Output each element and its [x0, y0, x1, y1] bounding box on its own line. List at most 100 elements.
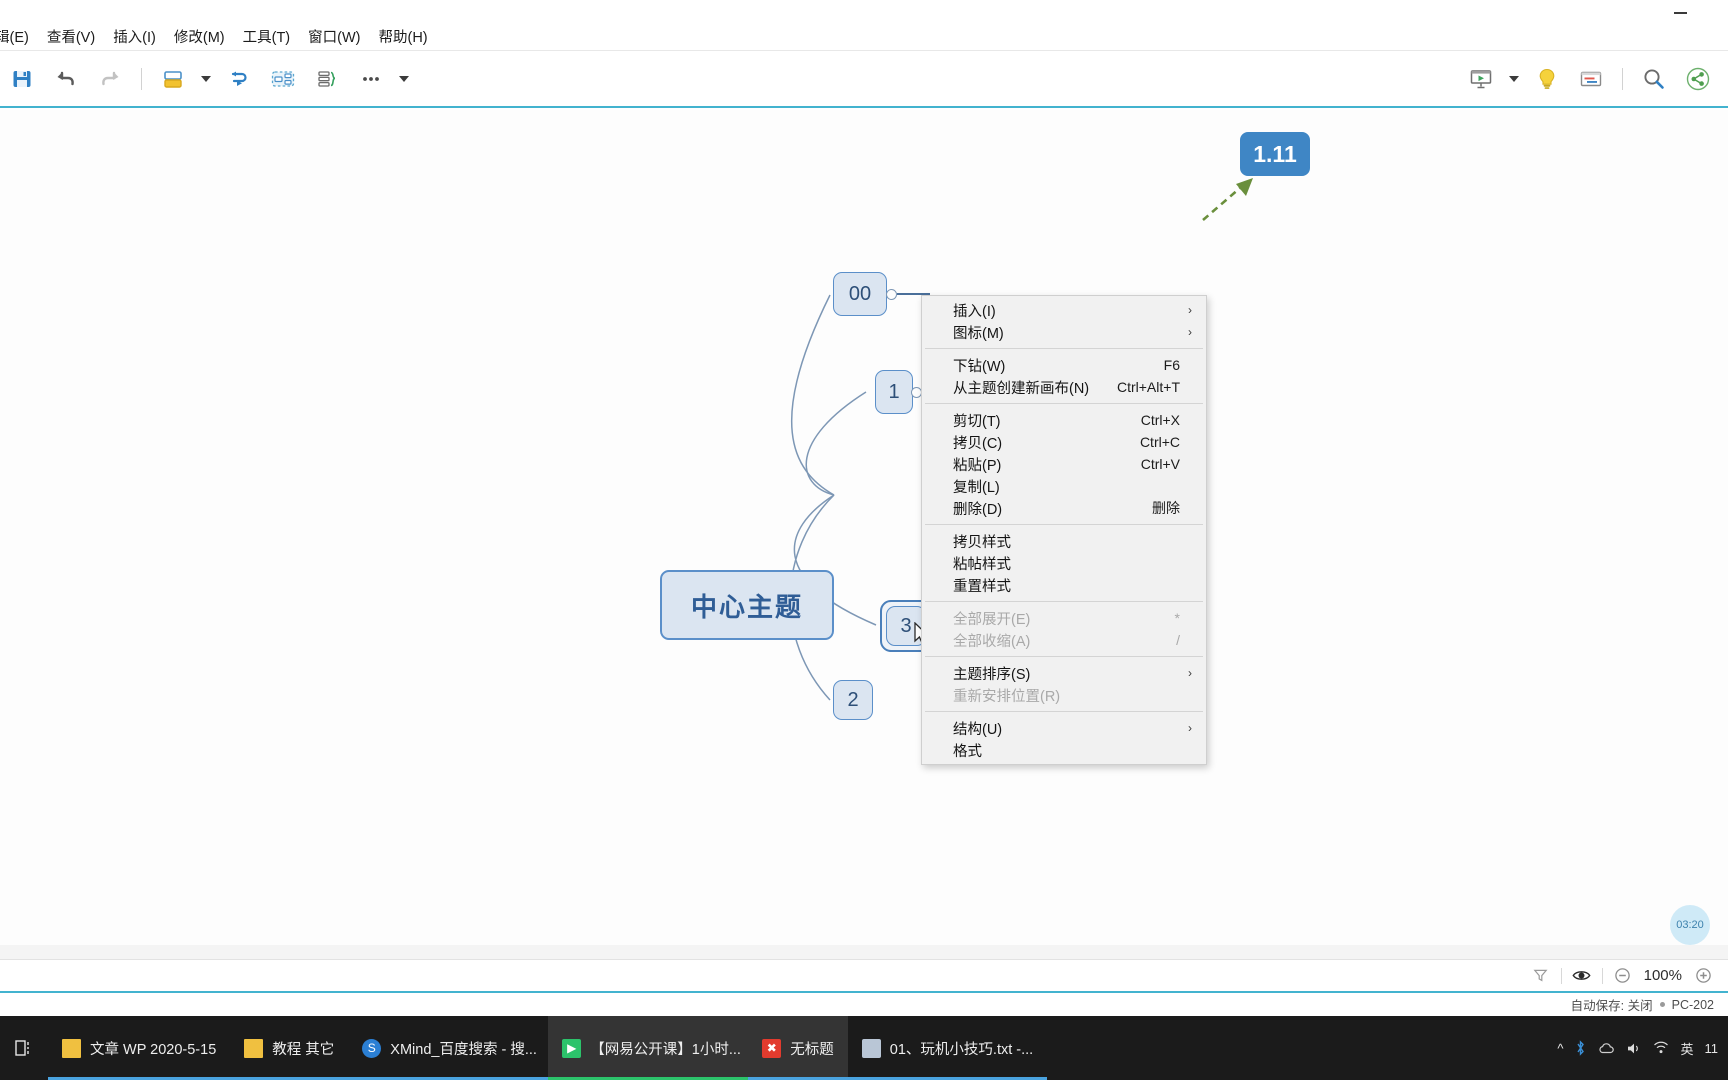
insert-topic-dropdown[interactable] [195, 75, 217, 82]
boundary-icon [271, 70, 295, 87]
taskbar-item[interactable]: ✖ 无标题 [748, 1016, 848, 1080]
presentation-dropdown[interactable] [1503, 75, 1525, 82]
presentation-button[interactable] [1459, 57, 1503, 101]
mindmap-canvas[interactable]: 中心主题 00 1 3 2 1.11 03:20 插入(I) › 图标(M) ›… [0, 110, 1728, 952]
minimize-button[interactable] [1660, 2, 1700, 24]
menu-view[interactable]: 查看(V) [38, 26, 104, 50]
central-topic[interactable]: 中心主题 [660, 570, 834, 640]
summary-button[interactable] [305, 57, 349, 101]
taskbar-item[interactable]: 文章 WP 2020-5-15 [48, 1016, 231, 1080]
context-menu-item[interactable]: 主题排序(S) › [922, 662, 1206, 684]
timer-bubble[interactable]: 03:20 [1670, 905, 1710, 945]
branch-connectors [789, 178, 1253, 701]
menu-tools[interactable]: 工具(T) [234, 26, 300, 50]
tray-volume-icon[interactable] [1626, 1041, 1642, 1056]
subtopic-00[interactable]: 00 [833, 272, 887, 316]
context-menu-item[interactable]: 拷贝(C) Ctrl+C [922, 431, 1206, 453]
autosave-bar: 自动保存: 关闭 PC-202 [0, 991, 1728, 1016]
context-menu-item-label: 拷贝(C) [953, 435, 1003, 452]
player-icon: ▶ [562, 1038, 582, 1058]
taskbar-item-label: 教程 其它 [272, 1041, 335, 1058]
task-view-button[interactable] [0, 1016, 48, 1080]
menu-insert[interactable]: 插入(I) [104, 26, 165, 50]
brainstorm-button[interactable] [1525, 57, 1569, 101]
outline-button[interactable] [1569, 57, 1613, 101]
clock[interactable]: 11 [1705, 1041, 1719, 1056]
context-menu-item[interactable]: 粘帖样式 [922, 552, 1206, 574]
folder-icon [62, 1038, 81, 1058]
taskbar-item[interactable]: 01、玩机小技巧.txt -... [847, 1016, 1048, 1080]
save-button[interactable] [0, 57, 44, 101]
central-topic-label: 中心主题 [690, 591, 803, 622]
tray-chevron-up-icon[interactable]: ^ [1557, 1041, 1563, 1056]
taskbar-item[interactable]: S XMind_百度搜索 - 搜... [348, 1016, 549, 1080]
boundary-button[interactable] [261, 57, 305, 101]
context-menu-item[interactable]: 拷贝样式 [922, 530, 1206, 552]
context-menu[interactable]: 插入(I) › 图标(M) › 下钻(W) F6 从主题创建新画布(N) Ctrl+Alt+T… [921, 295, 1207, 765]
more-button[interactable] [349, 57, 393, 101]
context-menu-item[interactable]: 删除(D) 删除 [922, 497, 1206, 519]
share-button[interactable] [1676, 57, 1720, 101]
topic-icon [164, 70, 182, 88]
subtopic-2[interactable]: 2 [833, 680, 873, 720]
context-menu-item[interactable]: 重置样式 [922, 574, 1206, 596]
filter-icon [1533, 969, 1548, 982]
context-menu-item[interactable]: 结构(U) › [922, 717, 1206, 739]
filter-button[interactable] [1528, 963, 1554, 989]
collapse-dot-00[interactable] [886, 289, 897, 300]
subtopic-label: 3 [900, 614, 912, 637]
timer-label: 03:20 [1676, 919, 1704, 931]
context-menu-item-shortcut: Ctrl+V [1140, 456, 1180, 472]
status-bar: 100% [0, 959, 1728, 991]
context-menu-item[interactable]: 粘贴(P) Ctrl+V [922, 453, 1206, 475]
menu-edit[interactable]: 辑(E) [0, 26, 38, 50]
context-menu-item: 重新安排位置(R) [922, 684, 1206, 706]
context-menu-item[interactable]: 剪切(T) Ctrl+X [922, 409, 1206, 431]
toolbar-right-group [1459, 51, 1720, 106]
taskbar-item[interactable]: ▶ 【网易公开课】1小时... [548, 1016, 749, 1080]
context-menu-item: 全部收缩(A) / [922, 629, 1206, 651]
context-menu-item[interactable]: 插入(I) › [922, 299, 1206, 321]
undo-icon [57, 71, 74, 85]
cloud-icon [1599, 1042, 1615, 1053]
taskbar-item[interactable]: 教程 其它 [230, 1016, 349, 1080]
tray-bluetooth-icon[interactable] [1574, 1040, 1587, 1056]
horizontal-scrollbar[interactable] [0, 945, 1728, 959]
zoom-out-button[interactable] [1610, 963, 1636, 989]
tray-cloud-icon[interactable] [1598, 1042, 1615, 1055]
context-menu-item[interactable]: 格式 [922, 739, 1206, 761]
insert-topic-button[interactable] [151, 57, 195, 101]
context-menu-item-label: 格式 [953, 743, 982, 760]
redo-button[interactable] [88, 57, 132, 101]
menu-help[interactable]: 帮助(H) [369, 26, 436, 50]
taskbar-item-label: 无标题 [790, 1041, 834, 1058]
status-divider-1 [1560, 967, 1562, 984]
search-button[interactable] [1632, 57, 1676, 101]
context-menu-item-label: 全部收缩(A) [953, 633, 1031, 650]
context-menu-item[interactable]: 复制(L) [922, 475, 1206, 497]
redo-icon [102, 71, 119, 85]
save-icon [13, 70, 31, 87]
tray-network-icon[interactable] [1653, 1041, 1669, 1055]
undo-button[interactable] [44, 57, 88, 101]
view-toggle-button[interactable] [1569, 963, 1595, 989]
chevron-down-icon [201, 75, 211, 82]
chevron-right-icon: › [1188, 325, 1192, 339]
ime-indicator[interactable]: 英 [1680, 1039, 1693, 1058]
subtopic-1[interactable]: 1 [875, 370, 913, 414]
system-tray: ^ 英 11 [1547, 1016, 1728, 1080]
more-dropdown[interactable] [393, 75, 415, 82]
zoom-in-button[interactable] [1690, 963, 1716, 989]
menu-modify[interactable]: 修改(M) [165, 26, 234, 50]
context-menu-item[interactable]: 图标(M) › [922, 321, 1206, 343]
context-menu-separator [925, 348, 1203, 349]
eye-icon [1572, 971, 1591, 980]
context-menu-item[interactable]: 从主题创建新画布(N) Ctrl+Alt+T [922, 376, 1206, 398]
menu-window[interactable]: 窗口(W) [299, 26, 369, 50]
floating-topic[interactable]: 1.11 [1240, 132, 1310, 176]
zoom-in-icon [1695, 968, 1711, 983]
relationship-button[interactable] [217, 57, 261, 101]
context-menu-item[interactable]: 下钻(W) F6 [922, 354, 1206, 376]
toolbar-divider-1 [141, 67, 142, 90]
menu-bar: 辑(E) 查看(V) 插入(I) 修改(M) 工具(T) 窗口(W) 帮助(H) [0, 26, 1728, 51]
